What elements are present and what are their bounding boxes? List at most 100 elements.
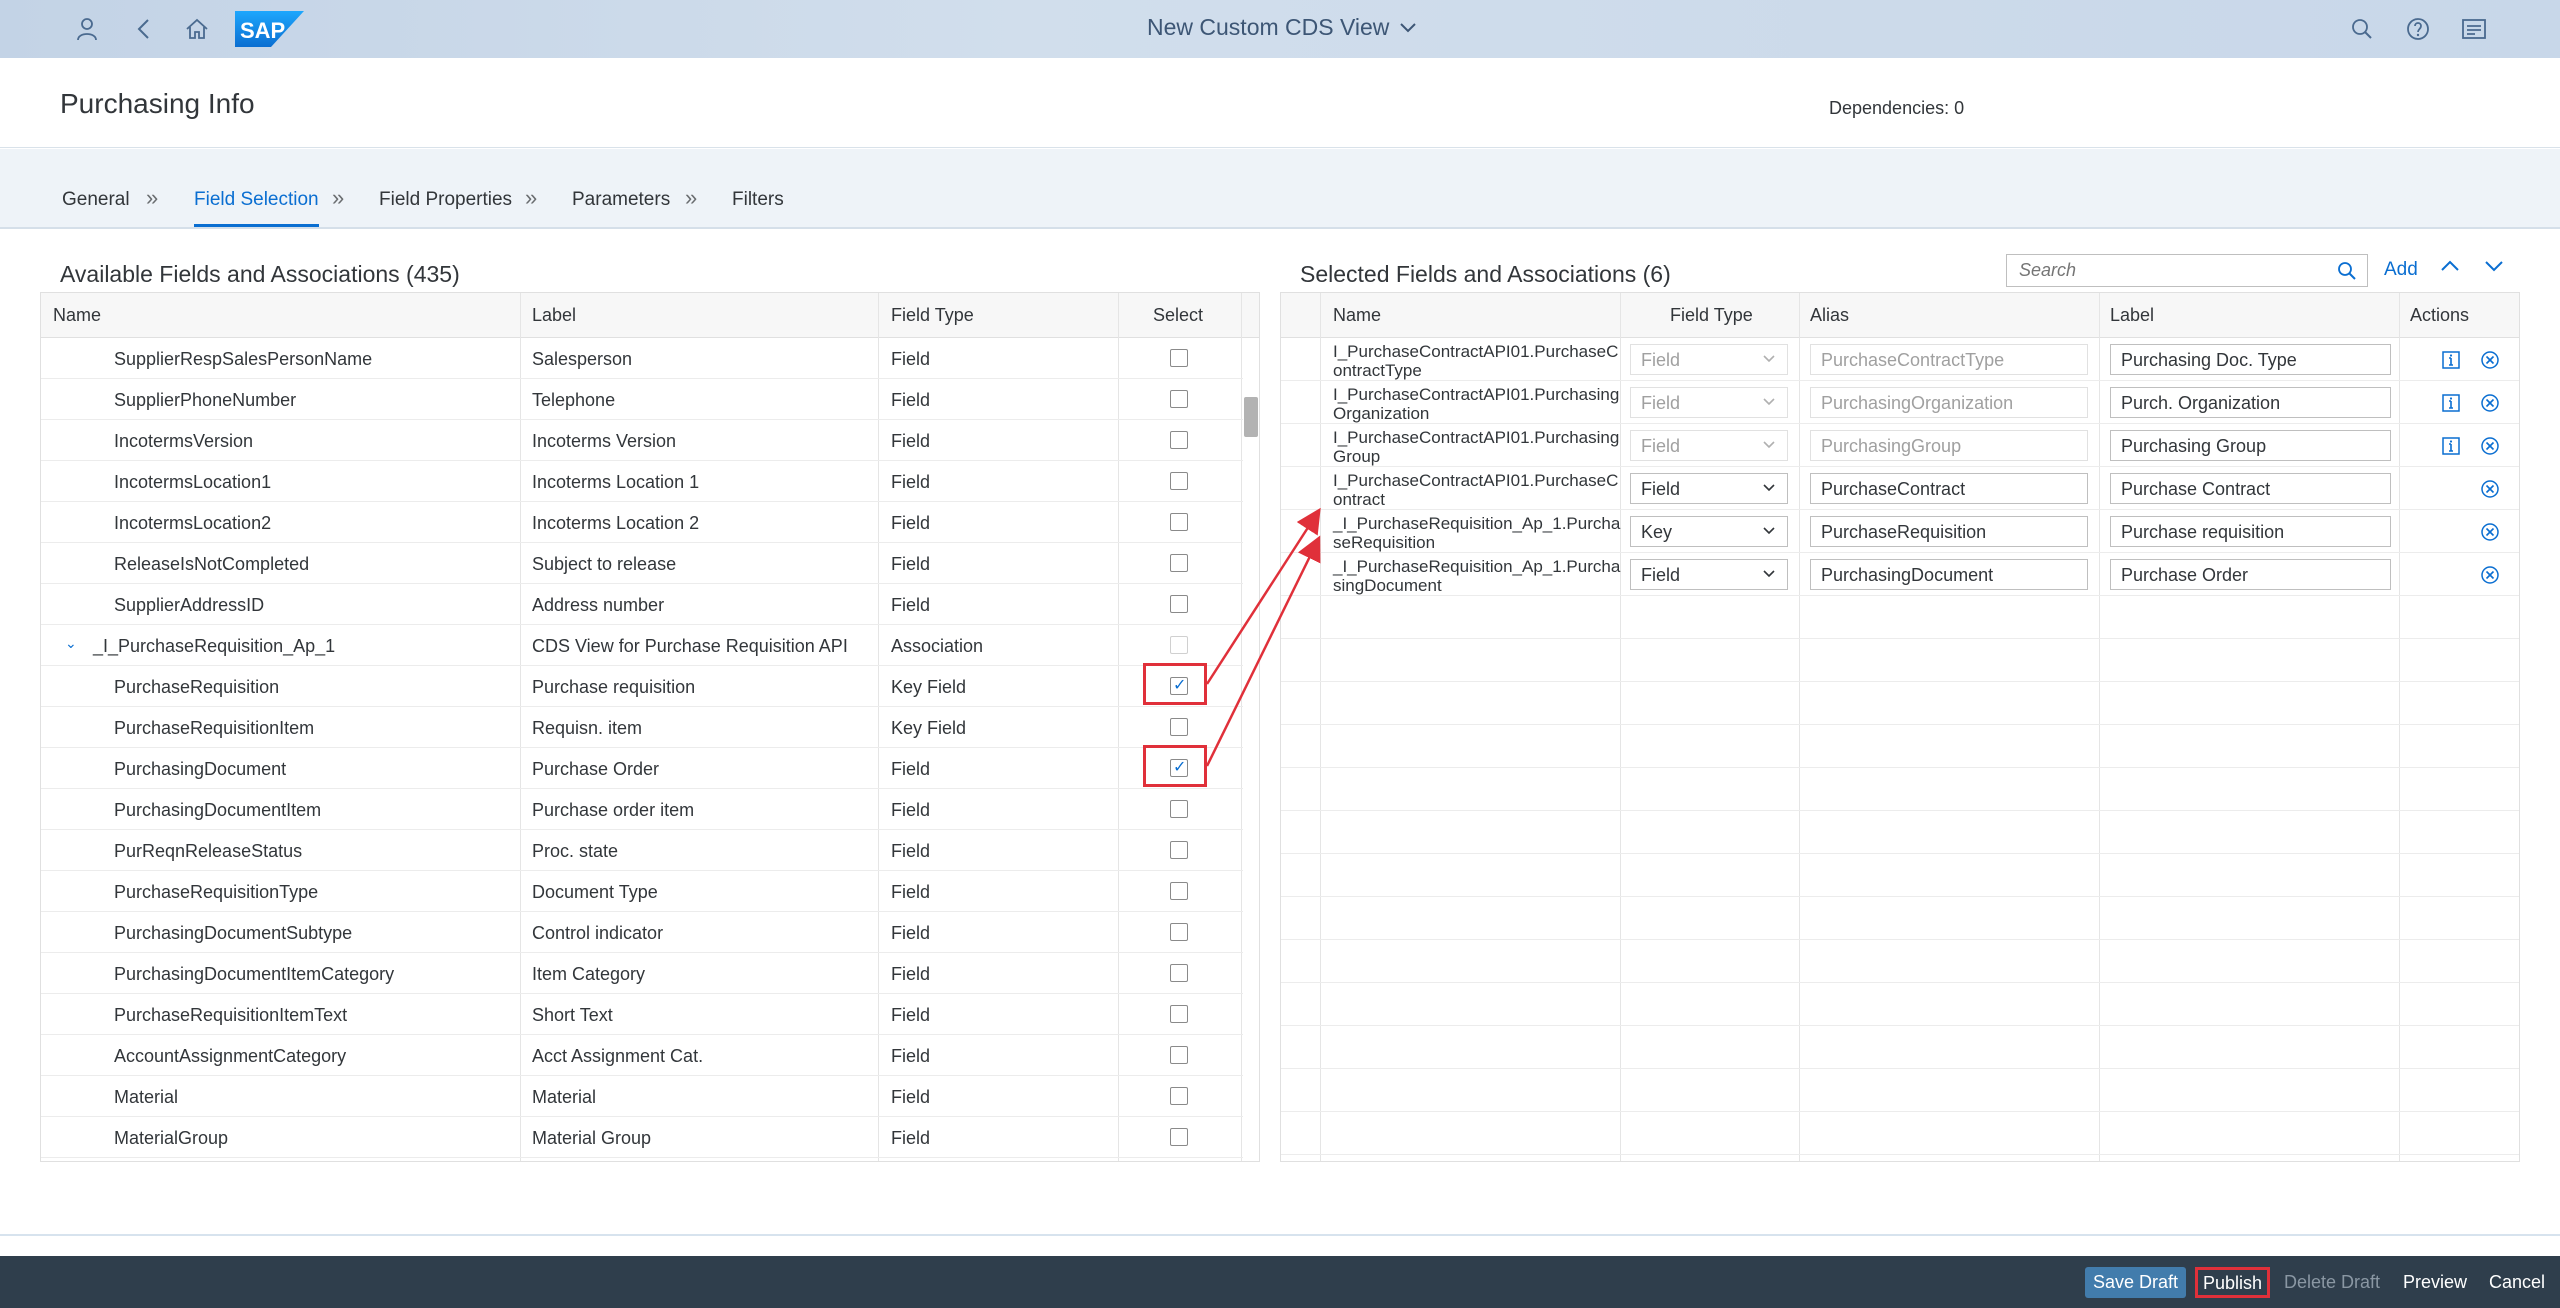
table-row[interactable]: SupplierAddressID Address number Field bbox=[41, 584, 1259, 625]
table-row[interactable]: PurchasingDocumentSubtype Control indicat… bbox=[41, 912, 1259, 953]
table-row[interactable]: ⌄ _I_PurchaseRequisition_Ap_1 CDS View for… bbox=[41, 625, 1259, 666]
table-row[interactable]: Material Material Field bbox=[41, 1076, 1259, 1117]
alias-input[interactable]: PurchaseContractType bbox=[1810, 344, 2088, 375]
search-icon[interactable] bbox=[2337, 261, 2357, 281]
notifications-menu-icon[interactable] bbox=[2457, 12, 2491, 46]
label-input[interactable]: Purchase requisition bbox=[2110, 516, 2391, 547]
shell-title[interactable]: New Custom CDS View bbox=[1147, 14, 1417, 41]
select-checkbox[interactable] bbox=[1170, 431, 1188, 449]
select-checkbox[interactable] bbox=[1170, 472, 1188, 490]
alias-input[interactable]: PurchaseContract bbox=[1810, 473, 2088, 504]
field-type-select[interactable]: Field bbox=[1630, 430, 1788, 461]
table-row[interactable]: SupplierRespSalesPersonName Salesperson Fi… bbox=[41, 338, 1259, 379]
table-row[interactable]: PurchaseRequisition Purchase requisition K… bbox=[41, 666, 1259, 707]
select-checkbox[interactable] bbox=[1170, 513, 1188, 531]
table-row[interactable]: _I_PurchaseRequisition_Ap_1.PurchasingDo… bbox=[1281, 553, 2519, 596]
column-header-label[interactable]: Label bbox=[2110, 305, 2154, 326]
remove-icon[interactable] bbox=[2480, 436, 2500, 456]
select-checkbox[interactable] bbox=[1170, 718, 1188, 736]
label-input[interactable]: Purchase Order bbox=[2110, 559, 2391, 590]
vertical-scrollbar[interactable] bbox=[1243, 338, 1259, 1161]
remove-icon[interactable] bbox=[2480, 393, 2500, 413]
table-row[interactable]: I_PurchaseContractAPI01.PurchaseContract… bbox=[1281, 338, 2519, 381]
field-type-select[interactable]: Field bbox=[1630, 344, 1788, 375]
select-checkbox[interactable] bbox=[1170, 349, 1188, 367]
select-checkbox[interactable] bbox=[1170, 1087, 1188, 1105]
table-row[interactable]: PurchasingDocumentItemCategory Item Categ… bbox=[41, 953, 1259, 994]
info-icon[interactable] bbox=[2441, 350, 2461, 370]
scrollbar-thumb[interactable] bbox=[1244, 397, 1258, 437]
move-down-icon[interactable] bbox=[2482, 256, 2506, 276]
table-row[interactable]: AccountAssignmentCategory Acct Assignment… bbox=[41, 1035, 1259, 1076]
search-input[interactable] bbox=[2007, 255, 2317, 285]
table-row[interactable]: I_PurchaseContractAPI01.PurchasingOrgani… bbox=[1281, 381, 2519, 424]
select-checkbox[interactable] bbox=[1170, 800, 1188, 818]
save-draft-button[interactable]: Save Draft bbox=[2085, 1267, 2187, 1298]
tab-field-selection[interactable]: Field Selection bbox=[194, 189, 319, 227]
select-checkbox[interactable] bbox=[1170, 1005, 1188, 1023]
user-icon[interactable] bbox=[70, 12, 104, 46]
select-checkbox[interactable] bbox=[1170, 964, 1188, 982]
table-row[interactable]: IncotermsLocation1 Incoterms Location 1 Fi… bbox=[41, 461, 1259, 502]
alias-input[interactable]: PurchaseRequisition bbox=[1810, 516, 2088, 547]
table-row[interactable]: PurchaseRequisitionItemText Short Text Fie… bbox=[41, 994, 1259, 1035]
table-row[interactable]: PurReqnReleaseStatus Proc. state Field bbox=[41, 830, 1259, 871]
back-icon[interactable] bbox=[127, 12, 161, 46]
alias-input[interactable]: PurchasingGroup bbox=[1810, 430, 2088, 461]
remove-icon[interactable] bbox=[2480, 350, 2500, 370]
select-checkbox[interactable] bbox=[1170, 1046, 1188, 1064]
column-header-label[interactable]: Label bbox=[532, 305, 576, 326]
table-row[interactable]: ReleaseIsNotCompleted Subject to release F… bbox=[41, 543, 1259, 584]
table-row[interactable]: I_PurchaseContractAPI01.PurchasingGroup F… bbox=[1281, 424, 2519, 467]
column-header-alias[interactable]: Alias bbox=[1810, 305, 1849, 326]
tab-general[interactable]: General bbox=[62, 189, 130, 211]
table-row[interactable]: I_PurchaseContractAPI01.PurchaseContract… bbox=[1281, 467, 2519, 510]
column-header-name[interactable]: Name bbox=[1333, 305, 1381, 326]
preview-button[interactable]: Preview bbox=[2395, 1267, 2475, 1298]
label-input[interactable]: Purchase Contract bbox=[2110, 473, 2391, 504]
alias-input[interactable]: PurchasingDocument bbox=[1810, 559, 2088, 590]
tab-parameters[interactable]: Parameters bbox=[572, 189, 670, 211]
table-row[interactable]: PurchasingDocument Purchase Order Field bbox=[41, 748, 1259, 789]
table-row[interactable]: PurchaseRequisitionType Document Type Fiel… bbox=[41, 871, 1259, 912]
label-input[interactable]: Purch. Organization bbox=[2110, 387, 2391, 418]
move-up-icon[interactable] bbox=[2438, 256, 2462, 276]
publish-button[interactable]: Publish bbox=[2195, 1267, 2271, 1298]
column-header-name[interactable]: Name bbox=[53, 305, 101, 326]
search-icon[interactable] bbox=[2345, 12, 2379, 46]
table-row[interactable]: PurchasingDocumentItem Purchase order ite… bbox=[41, 789, 1259, 830]
select-checkbox[interactable] bbox=[1170, 390, 1188, 408]
select-checkbox[interactable] bbox=[1170, 923, 1188, 941]
label-input[interactable]: Purchasing Group bbox=[2110, 430, 2391, 461]
search-field[interactable] bbox=[2006, 254, 2368, 287]
info-icon[interactable] bbox=[2441, 436, 2461, 456]
select-checkbox[interactable] bbox=[1170, 1128, 1188, 1146]
column-header-field-type[interactable]: Field Type bbox=[1670, 305, 1753, 326]
home-icon[interactable] bbox=[180, 12, 214, 46]
info-icon[interactable] bbox=[2441, 393, 2461, 413]
sap-logo[interactable]: SAP bbox=[235, 11, 304, 47]
table-row[interactable]: IncotermsVersion Incoterms Version Field bbox=[41, 420, 1259, 461]
select-checkbox[interactable] bbox=[1170, 882, 1188, 900]
collapse-icon[interactable]: ⌄ bbox=[65, 635, 77, 652]
table-row[interactable]: MaterialGroup Material Group Field bbox=[41, 1117, 1259, 1158]
table-row[interactable]: _I_PurchaseRequisition_Ap_1.PurchaseRequ… bbox=[1281, 510, 2519, 553]
select-checkbox[interactable] bbox=[1170, 554, 1188, 572]
tab-field-properties[interactable]: Field Properties bbox=[379, 189, 512, 211]
table-row[interactable]: IncotermsLocation2 Incoterms Location 2 Fi… bbox=[41, 502, 1259, 543]
field-type-select[interactable]: Field bbox=[1630, 559, 1788, 590]
table-row[interactable]: PurchaseRequisitionItem Requisn. item Key … bbox=[41, 707, 1259, 748]
select-checkbox[interactable] bbox=[1170, 841, 1188, 859]
remove-icon[interactable] bbox=[2480, 522, 2500, 542]
help-icon[interactable] bbox=[2401, 12, 2435, 46]
remove-icon[interactable] bbox=[2480, 479, 2500, 499]
tab-filters[interactable]: Filters bbox=[732, 189, 784, 211]
table-row[interactable]: SupplierPhoneNumber Telephone Field bbox=[41, 379, 1259, 420]
column-header-select[interactable]: Select bbox=[1153, 305, 1203, 326]
select-checkbox[interactable] bbox=[1170, 636, 1188, 654]
field-type-select[interactable]: Field bbox=[1630, 473, 1788, 504]
add-button[interactable]: Add bbox=[2384, 259, 2418, 281]
field-type-select[interactable]: Key bbox=[1630, 516, 1788, 547]
label-input[interactable]: Purchasing Doc. Type bbox=[2110, 344, 2391, 375]
field-type-select[interactable]: Field bbox=[1630, 387, 1788, 418]
